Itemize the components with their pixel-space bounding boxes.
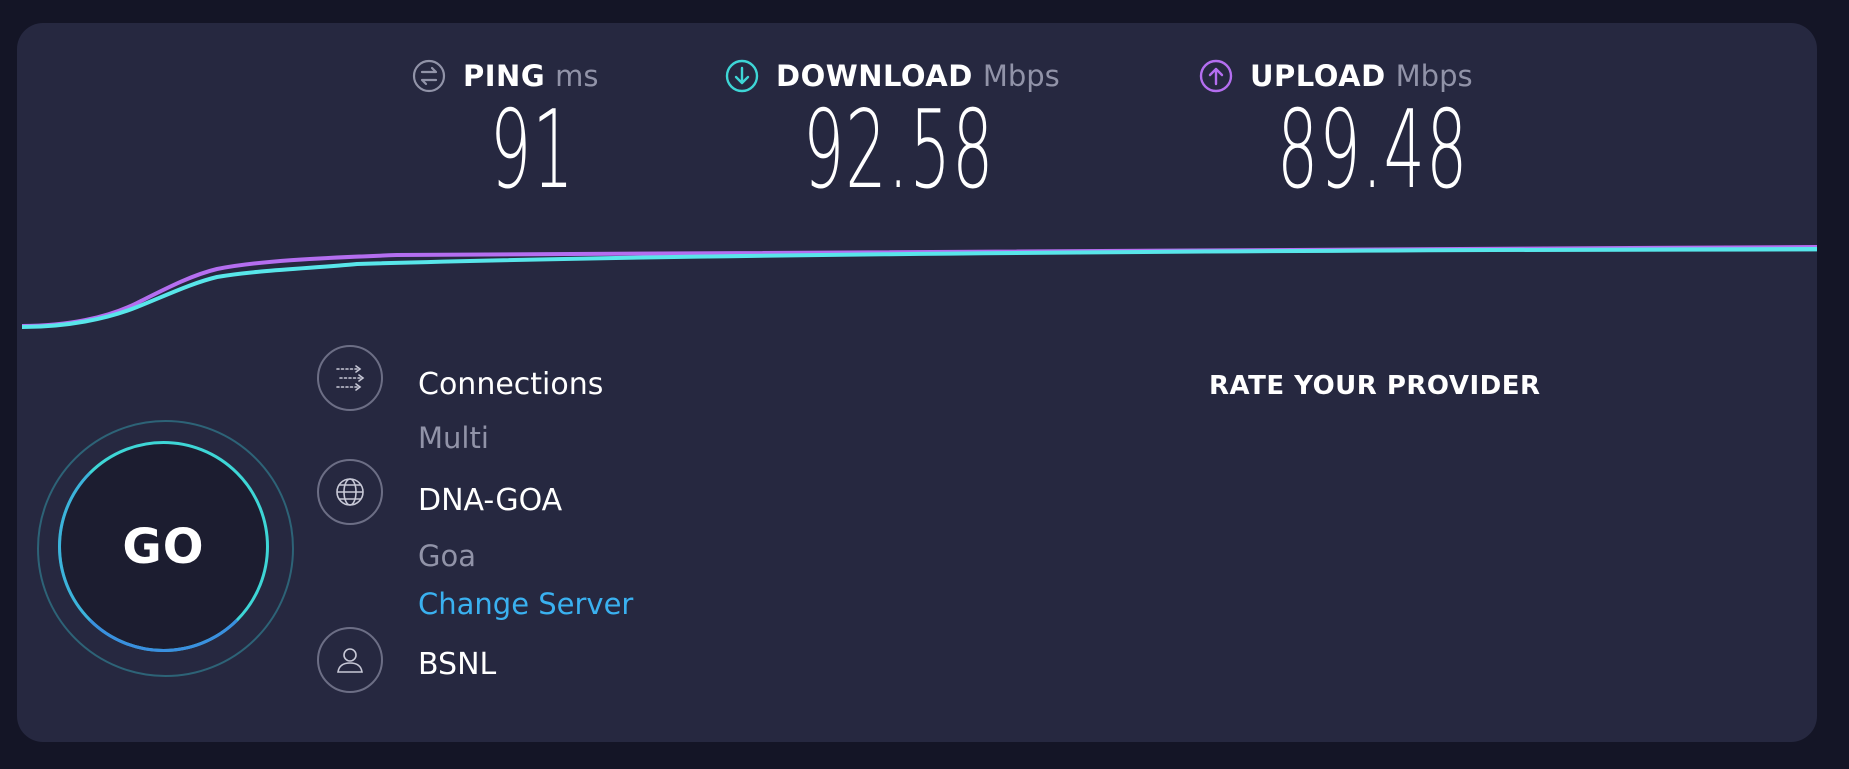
user-icon (317, 627, 383, 693)
server-location: Goa (418, 539, 476, 573)
provider-name: BSNL (418, 647, 497, 682)
speed-graph (21, 245, 1817, 329)
rate-provider-heading: RATE YOUR PROVIDER (1209, 371, 1541, 401)
globe-icon (317, 459, 383, 525)
connections-icon[interactable] (317, 345, 383, 411)
upload-value: 89.48 (1277, 88, 1469, 213)
upload-speed-line (21, 245, 1817, 328)
go-button-label: GO (122, 518, 205, 575)
go-button-wrapper: GO (37, 420, 294, 677)
ping-icon (412, 59, 446, 93)
change-server-link[interactable]: Change Server (418, 587, 633, 621)
server-name: DNA-GOA (418, 483, 563, 518)
download-speed-line-glow (1416, 249, 1817, 252)
ping-value: 91 (490, 88, 575, 213)
connections-value: Multi (418, 421, 489, 455)
download-arrow-icon (725, 59, 759, 93)
download-value: 92.58 (803, 88, 995, 213)
speedtest-panel: PING ms 91 DOWNLOAD Mbps 92.58 UPLOAD Mb… (17, 23, 1817, 742)
go-button[interactable]: GO (58, 441, 269, 652)
upload-arrow-icon (1199, 59, 1233, 93)
connections-title: Connections (418, 367, 604, 402)
